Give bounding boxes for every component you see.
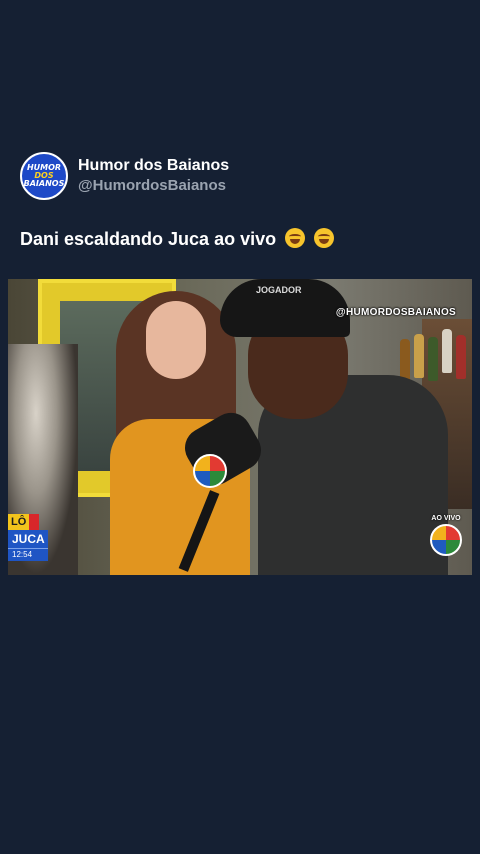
laughing-tears-icon [285, 228, 306, 248]
reporter-face [146, 301, 206, 379]
video-player[interactable]: JOGADOR @HUMORDOSBAIANOS AO VIVO LÔ JUCA… [8, 279, 472, 575]
avatar-logo: HUMOR DOS BAIANOS [23, 163, 65, 188]
account-handle[interactable]: @HumordosBaianos [78, 176, 229, 196]
show-name: JUCA [8, 530, 48, 548]
post-caption: Dani escaldando Juca ao vivo [20, 228, 335, 250]
channel-logo-icon [193, 454, 227, 488]
account-display-name[interactable]: Humor dos Baianos [78, 156, 229, 176]
clock: 12:54 [8, 548, 48, 561]
live-indicator: AO VIVO [430, 515, 462, 556]
cap-text: JOGADOR [256, 285, 302, 295]
tag-prefix: LÔ [8, 514, 30, 530]
tag-red-block [29, 514, 40, 530]
bottle-image [414, 334, 424, 378]
bottle-image [428, 337, 438, 381]
caption-text: Dani escaldando Juca ao vivo [20, 229, 277, 249]
bottle-image [442, 329, 452, 373]
account-avatar[interactable]: HUMOR DOS BAIANOS [20, 152, 68, 200]
bottle-image [456, 335, 466, 379]
post-header: HUMOR DOS BAIANOS Humor dos Baianos @Hum… [20, 152, 229, 200]
broadcaster-logo-icon [430, 524, 462, 556]
live-label: AO VIVO [431, 515, 461, 522]
watermark: @HUMORDOSBAIANOS [335, 307, 456, 318]
laughing-tears-icon [314, 228, 335, 248]
show-tag: LÔ JUCA 12:54 [8, 514, 48, 561]
